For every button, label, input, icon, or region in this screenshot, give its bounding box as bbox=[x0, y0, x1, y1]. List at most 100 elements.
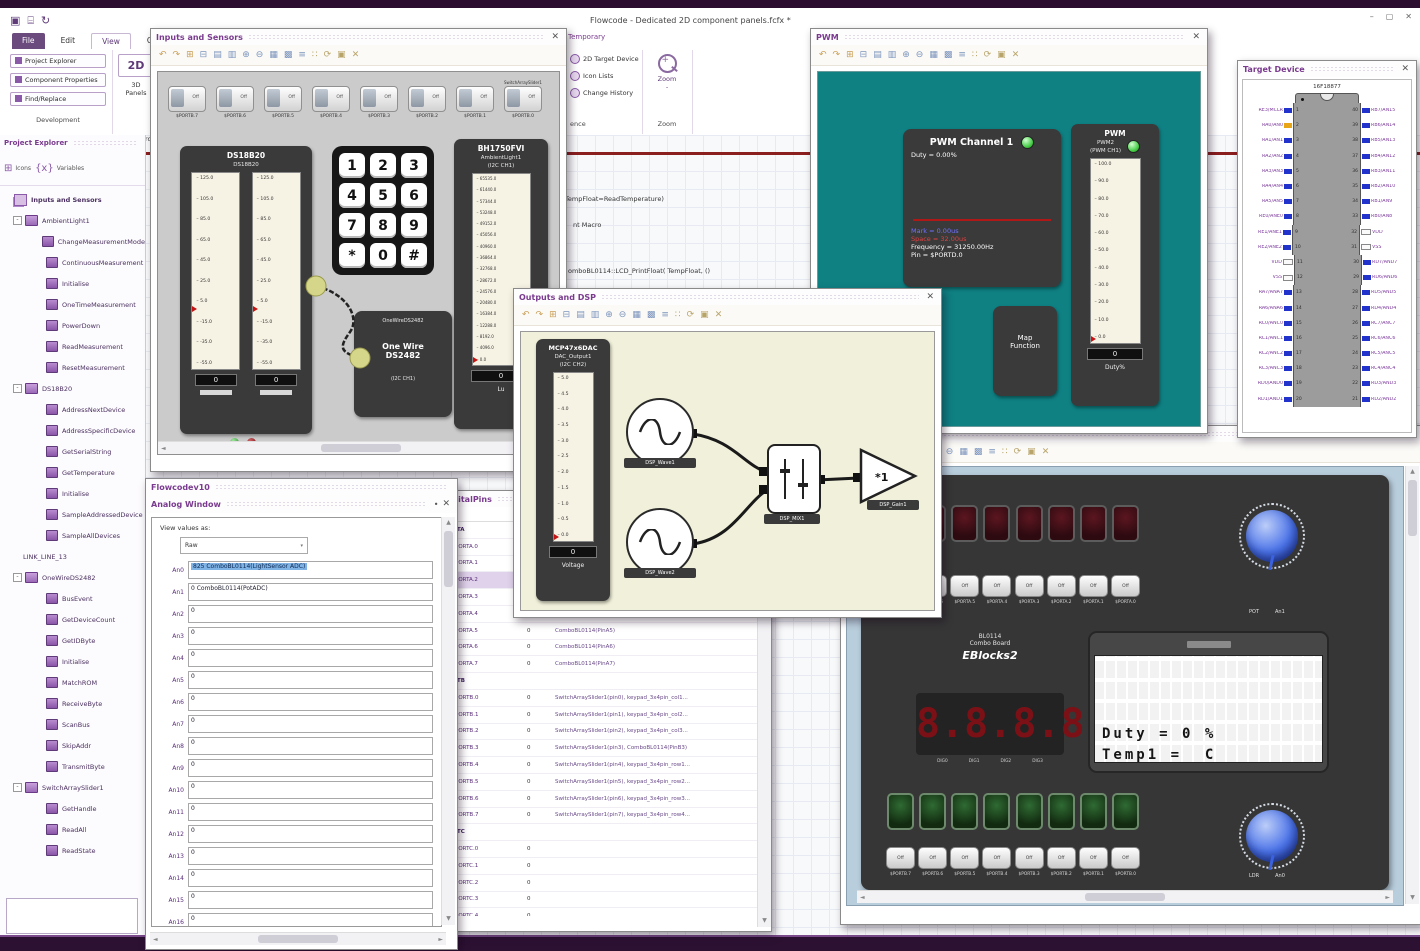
close-icon[interactable]: ✕ bbox=[549, 32, 561, 42]
pan-icon[interactable]: ▥ bbox=[228, 50, 237, 60]
analog-channel-row[interactable]: An0 825 ComboBL0114(LightSensor ADC) bbox=[158, 559, 433, 581]
redo-icon[interactable]: ↷ bbox=[536, 310, 544, 320]
redo-icon[interactable]: ↷ bbox=[173, 50, 181, 60]
tree-expander[interactable] bbox=[36, 595, 43, 602]
analog-channel-row[interactable]: An2 0 bbox=[158, 603, 433, 625]
pin-row[interactable]: PORTC.0 0 bbox=[438, 841, 771, 858]
port-button[interactable]: Off $PORTA.2 bbox=[1046, 575, 1076, 605]
tree-expander[interactable] bbox=[36, 847, 43, 854]
pot-knob[interactable] bbox=[1239, 503, 1305, 569]
map-function-component[interactable]: Map Function bbox=[993, 306, 1057, 396]
zoom-out-icon[interactable]: ⊖ bbox=[946, 447, 954, 457]
ribbon-button[interactable]: Project Explorer bbox=[10, 54, 106, 68]
tree-expander[interactable]: - bbox=[13, 384, 22, 393]
paste-icon[interactable]: ⊟ bbox=[563, 310, 571, 320]
pin-row[interactable]: RC3/ANC3 18 23 RC4/ANC4 bbox=[1243, 361, 1411, 377]
port-button[interactable]: Off $PORTB.0 bbox=[1110, 847, 1140, 877]
align-icon[interactable]: ≡ bbox=[958, 50, 966, 60]
vertical-scrollbar[interactable]: ▲ ▼ bbox=[441, 517, 455, 925]
port-button[interactable]: Off $PORTB.4 bbox=[982, 847, 1012, 877]
tree-item[interactable]: BusEvent bbox=[0, 588, 145, 609]
analog-channel-row[interactable]: An8 0 bbox=[158, 735, 433, 757]
tree-item[interactable]: SampleAddressedDevice bbox=[0, 504, 145, 525]
analog-channel-row[interactable]: An16 0 bbox=[158, 911, 433, 926]
view-item[interactable]: Icon Lists bbox=[570, 71, 639, 81]
tab-variables[interactable]: {x} Variables bbox=[35, 163, 84, 174]
tree-item[interactable]: SampleAllDevices bbox=[0, 525, 145, 546]
analog-channel-row[interactable]: An11 0 bbox=[158, 801, 433, 823]
distribute-icon[interactable]: ∷ bbox=[312, 50, 318, 60]
tab-view[interactable]: View bbox=[91, 33, 131, 49]
tree-item[interactable]: OneTimeMeasurement bbox=[0, 294, 145, 315]
inputs-panel-canvas[interactable]: Off $PORTB.7 Off $PORTB.6 Off $PORTB.5 O… bbox=[157, 71, 560, 455]
rotate-icon[interactable]: ⟳ bbox=[324, 50, 332, 60]
channel-value-box[interactable]: 0 bbox=[188, 869, 433, 887]
zoom-out-icon[interactable]: ⊖ bbox=[916, 50, 924, 60]
window-control-button[interactable]: ✕ bbox=[1405, 12, 1412, 21]
pin-row[interactable]: PORTB.4 0 SwitchArraySlider1(pin4), keyp… bbox=[438, 757, 771, 774]
copy-icon[interactable]: ⊞ bbox=[186, 50, 194, 60]
pin-row[interactable]: RA5/AN5 7 34 RB1/AN9 bbox=[1243, 194, 1411, 210]
pin-row[interactable]: RE1/ANE1 9 32 VDD bbox=[1243, 224, 1411, 240]
pin-row[interactable]: RC2/ANC2 17 24 RC5/ANC5 bbox=[1243, 346, 1411, 362]
tree-expander[interactable] bbox=[4, 196, 11, 203]
tree-expander[interactable]: - bbox=[13, 216, 22, 225]
dsp-mixer-component[interactable] bbox=[767, 444, 821, 514]
analog-channel-row[interactable]: An15 0 bbox=[158, 889, 433, 911]
pin-row[interactable]: RE3/MCLR 1 40 RB7/AN15 bbox=[1243, 103, 1411, 119]
tree-item[interactable]: ReadAll bbox=[0, 819, 145, 840]
pin-row[interactable]: PORTA.6 0 ComboBL0114(PinA6) bbox=[438, 640, 771, 657]
zoom-out-icon[interactable]: ⊖ bbox=[619, 310, 627, 320]
lock-icon[interactable]: ▣ bbox=[1027, 447, 1036, 457]
channel-value-box[interactable]: 0 bbox=[188, 605, 433, 623]
port-button[interactable]: Off $PORTA.4 bbox=[982, 575, 1012, 605]
zoom-out-icon[interactable]: ⊖ bbox=[256, 50, 264, 60]
tree-item[interactable]: GetDeviceCount bbox=[0, 609, 145, 630]
panel-2d-button[interactable]: 2D bbox=[118, 54, 154, 77]
rotate-icon[interactable]: ⟳ bbox=[687, 310, 695, 320]
tree-expander[interactable] bbox=[36, 658, 43, 665]
undo-icon[interactable]: ↶ bbox=[819, 50, 827, 60]
channel-value-box[interactable]: 0 bbox=[188, 737, 433, 755]
tree-expander[interactable] bbox=[36, 301, 43, 308]
voltage-scale[interactable]: 5.04.54.03.53.02.52.01.51.00.50.0 bbox=[552, 372, 594, 542]
pin-row[interactable]: PORTB.6 0 SwitchArraySlider1(pin6), keyp… bbox=[438, 791, 771, 808]
chip-view[interactable]: 16F18877 RE3/MCLR 1 40 RB7/AN15 RA0/AN0 … bbox=[1242, 79, 1412, 433]
channel-value-box[interactable]: 0 bbox=[188, 715, 433, 733]
dsp-wave1-component[interactable]: DSP_Wave1 bbox=[624, 398, 696, 468]
horizontal-scrollbar[interactable]: ◄► bbox=[158, 441, 559, 454]
zoom-icon[interactable] bbox=[657, 54, 677, 73]
snap-icon[interactable]: ▩ bbox=[944, 50, 953, 60]
window-control-button[interactable]: – bbox=[1370, 12, 1374, 21]
analog-channel-row[interactable]: An13 0 bbox=[158, 845, 433, 867]
pin-row[interactable]: PORTB.5 0 SwitchArraySlider1(pin5), keyp… bbox=[438, 774, 771, 791]
tree-expander[interactable] bbox=[36, 826, 43, 833]
tree-expander[interactable] bbox=[36, 490, 43, 497]
port-button[interactable]: Off $PORTB.6 bbox=[918, 847, 948, 877]
align-icon[interactable]: ≡ bbox=[298, 50, 306, 60]
tree-expander[interactable] bbox=[36, 343, 43, 350]
pin-row[interactable]: RD1/AND1 20 21 RD2/AND2 bbox=[1243, 391, 1411, 407]
pin-row[interactable]: RE0/ANE0 8 33 RB0/AN8 bbox=[1243, 209, 1411, 225]
grid-icon[interactable]: ▦ bbox=[632, 310, 641, 320]
tree-item[interactable]: GetSerialString bbox=[0, 441, 145, 462]
ribbon-button[interactable]: Component Properties bbox=[10, 73, 106, 87]
align-icon[interactable]: ≡ bbox=[661, 310, 669, 320]
tree-expander[interactable]: - bbox=[13, 783, 22, 792]
channel-value-box[interactable]: 0 bbox=[188, 891, 433, 909]
undo-icon[interactable]: ↶ bbox=[159, 50, 167, 60]
copy-icon[interactable]: ⊞ bbox=[549, 310, 557, 320]
grid-icon[interactable]: ▦ bbox=[269, 50, 278, 60]
tree-expander[interactable] bbox=[36, 763, 43, 770]
tab-file[interactable]: File bbox=[12, 33, 45, 49]
pin-row[interactable]: VSS 12 29 RD6/AND6 bbox=[1243, 270, 1411, 286]
tree-item[interactable]: - OneWireDS2482 bbox=[0, 567, 145, 588]
zoom-in-icon[interactable]: ⊕ bbox=[902, 50, 910, 60]
pin-row[interactable]: RA1/AN1 3 38 RB5/AN13 bbox=[1243, 133, 1411, 149]
tree-item[interactable]: ChangeMeasurementMode bbox=[0, 231, 145, 252]
analog-channel-row[interactable]: An4 0 bbox=[158, 647, 433, 669]
tree-item[interactable]: LINK_LINE_13 bbox=[0, 546, 145, 567]
pin-row[interactable]: PORTA.7 0 ComboBL0114(PinA7) bbox=[438, 656, 771, 674]
pin-row[interactable]: RA7/ANA7 13 28 RD5/AND5 bbox=[1243, 285, 1411, 301]
refresh-icon[interactable]: ↻ bbox=[41, 14, 50, 28]
